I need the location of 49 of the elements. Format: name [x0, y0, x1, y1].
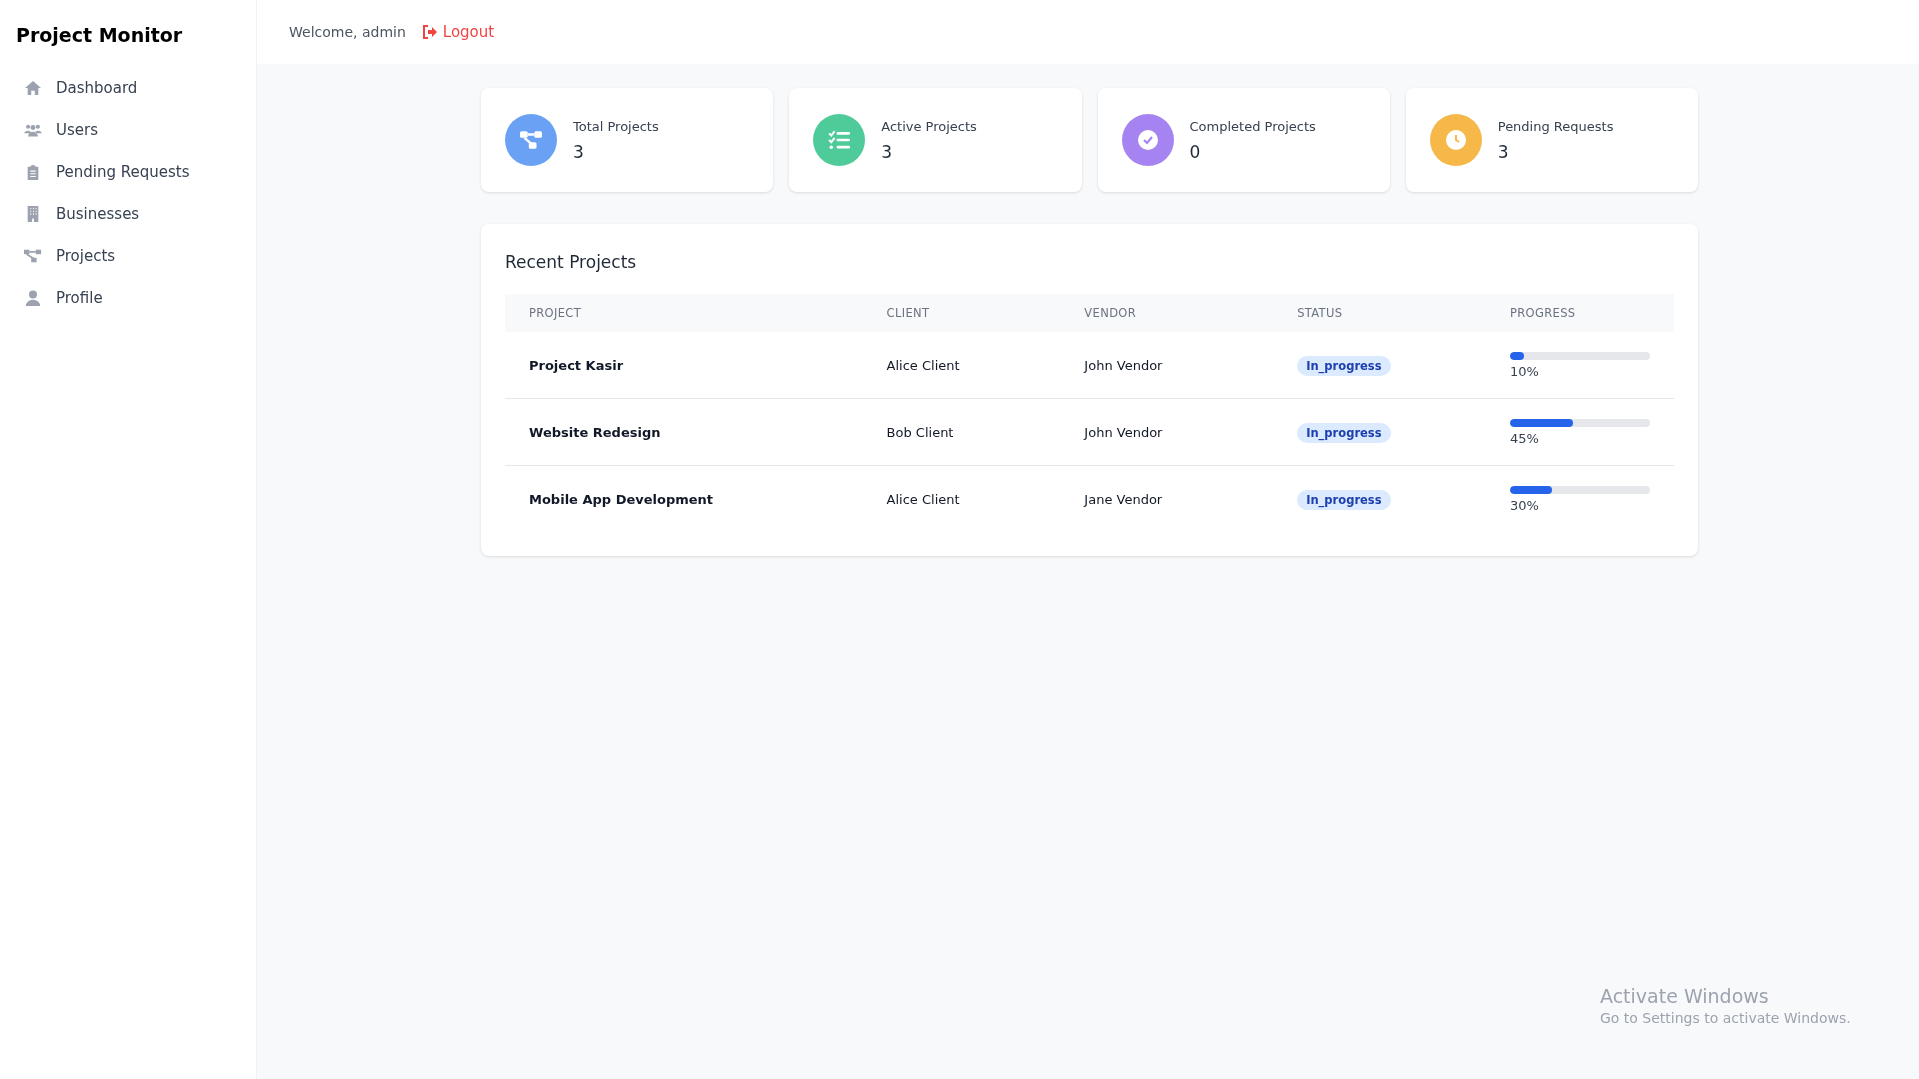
diagram-icon [520, 130, 542, 150]
table-cell: Website Redesign [505, 398, 863, 466]
table-cell: Project Kasir [505, 332, 863, 399]
sidebar-item[interactable]: Businesses [0, 194, 256, 234]
users-icon [24, 122, 42, 138]
column-header: VENDOR [1060, 294, 1274, 332]
stat-label: Completed Projects [1189, 118, 1316, 134]
checklist-icon [828, 130, 851, 150]
table-cell: Bob Client [862, 398, 1061, 466]
app-title: Project Monitor [15, 23, 184, 48]
sidebar-item[interactable]: Dashboard [0, 68, 256, 108]
person-icon [24, 290, 42, 306]
sidebar-item[interactable]: Profile [0, 278, 256, 318]
sidebar-item[interactable]: Pending Requests [0, 152, 256, 192]
table-cell: Alice Client [862, 332, 1061, 399]
diagram-icon [24, 248, 42, 264]
clock-icon [1444, 130, 1467, 150]
table-cell: John Vendor [1060, 398, 1274, 466]
sidebar-item[interactable]: Projects [0, 236, 256, 276]
column-header: STATUS [1273, 294, 1486, 332]
status-badge: In_progress [1297, 355, 1391, 376]
column-header: PROJECT [505, 294, 863, 332]
logout-link[interactable]: Logout [421, 23, 495, 41]
table-cell: Mobile App Development [505, 465, 863, 532]
table-cell: John Vendor [1060, 332, 1274, 399]
progress-text: 10% [1510, 363, 1540, 379]
activation-notice-title: Activate Windows [1600, 985, 1770, 1007]
activation-notice-text: Go to Settings to activate Windows. [1600, 1010, 1851, 1026]
stat-label: Total Projects [573, 118, 659, 134]
stat-value: 3 [881, 141, 894, 162]
stat-value: 0 [1189, 141, 1202, 162]
column-header: CLIENT [862, 294, 1061, 332]
check-circle-icon [1136, 130, 1159, 150]
stat-label: Active Projects [881, 118, 977, 134]
section-title: Recent Projects [505, 252, 638, 272]
stat-label: Pending Requests [1497, 118, 1614, 134]
status-badge: In_progress [1297, 489, 1391, 510]
column-header: PROGRESS [1486, 294, 1674, 332]
table-cell: Alice Client [862, 465, 1061, 532]
table-cell: Jane Vendor [1060, 465, 1274, 532]
progress-text: 45% [1510, 430, 1540, 446]
logout-icon [421, 25, 438, 39]
welcome-text: Welcome, admin [289, 24, 406, 40]
home-icon [24, 80, 42, 96]
stat-value: 3 [1497, 141, 1510, 162]
sidebar-item[interactable]: Users [0, 110, 256, 150]
stat-value: 3 [573, 141, 585, 162]
status-badge: In_progress [1297, 422, 1391, 443]
progress-text: 30% [1510, 497, 1540, 513]
